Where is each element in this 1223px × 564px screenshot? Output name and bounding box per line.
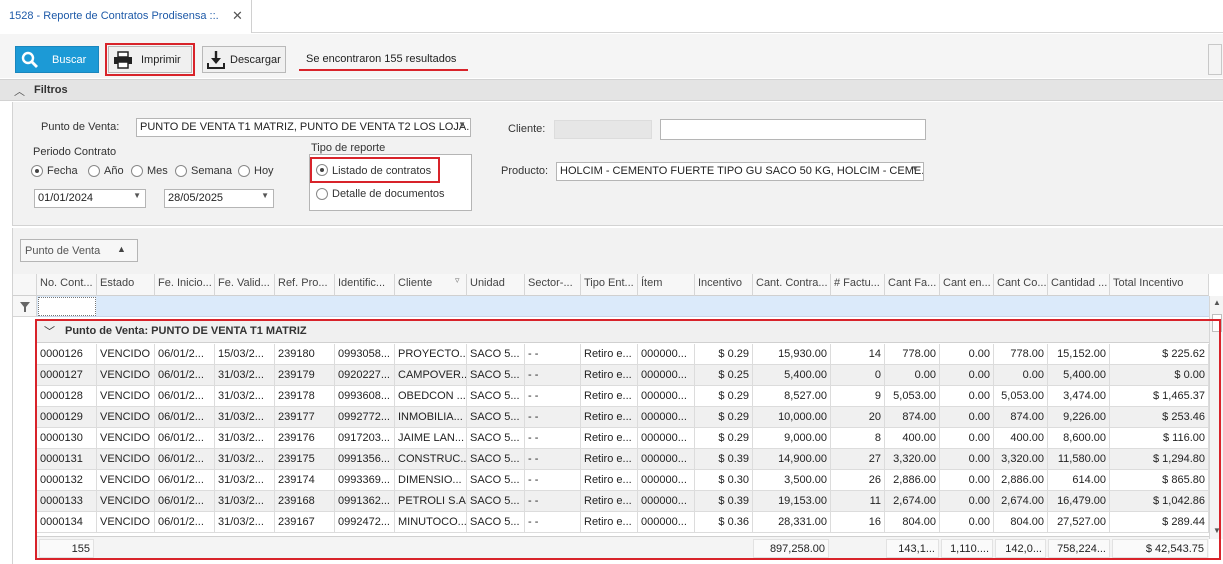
radio-semana-label: Semana (191, 165, 232, 177)
toolbar: Buscar Imprimir Descargar Se encontraron… (0, 34, 1223, 78)
download-icon (207, 51, 225, 69)
radio-mes-label: Mes (147, 165, 168, 177)
results-count: Se encontraron 155 resultados (306, 53, 457, 65)
date-from-value: 01/01/2024 (38, 192, 94, 204)
header-corner (13, 274, 37, 296)
cliente-code-field[interactable] (554, 120, 652, 139)
punto-venta-label: Punto de Venta: (41, 121, 120, 133)
filters-title: Filtros (34, 84, 68, 96)
radio-mes[interactable] (131, 165, 143, 177)
punto-venta-select[interactable]: PUNTO DE VENTA T1 MATRIZ, PUNTO DE VENTA… (136, 118, 471, 137)
filter-input-active[interactable] (38, 297, 96, 316)
producto-select[interactable]: HOLCIM - CEMENTO FUERTE TIPO GU SACO 50 … (556, 162, 924, 181)
download-button-label: Descargar (230, 54, 281, 66)
group-chip-label: Punto de Venta (25, 245, 101, 257)
column-header-total-incentivo[interactable]: Total Incentivo (1110, 274, 1209, 296)
close-tab-icon[interactable]: ✕ (232, 8, 243, 24)
column-header-sector[interactable]: Sector-... (525, 274, 581, 296)
column-header-no-contrato[interactable]: No. Cont... (37, 274, 97, 296)
column-header-cant-co[interactable]: Cant Co... (994, 274, 1048, 296)
radio-semana[interactable] (175, 165, 187, 177)
column-filter-icon[interactable]: ▿ (455, 275, 460, 286)
search-button-label: Buscar (52, 54, 87, 66)
column-header-unidad[interactable]: Unidad (467, 274, 525, 296)
column-header-fecha-validez[interactable]: Fe. Valid... (215, 274, 275, 296)
search-button[interactable]: Buscar (15, 46, 99, 73)
column-header-item[interactable]: Ítem (638, 274, 695, 296)
cliente-field[interactable] (660, 119, 926, 140)
cliente-label: Cliente: (508, 123, 546, 135)
chevron-down-icon: ▼ (911, 164, 919, 173)
column-header-ref-pro[interactable]: Ref. Pro... (275, 274, 335, 296)
radio-fecha[interactable] (31, 165, 43, 177)
radio-detalle[interactable] (316, 188, 328, 200)
column-header-estado[interactable]: Estado (97, 274, 155, 296)
tab-title: 1528 - Reporte de Contratos Prodisensa :… (9, 10, 219, 22)
group-by-bar: Punto de Venta ▲ (12, 228, 1223, 274)
column-header-tipo-entrega[interactable]: Tipo Ent... (581, 274, 638, 296)
column-header-cantidad[interactable]: Cantidad ... (1048, 274, 1110, 296)
radio-anio-label: Año (104, 165, 124, 177)
print-highlight (105, 43, 195, 76)
collapse-icon[interactable]: ︿ (14, 83, 25, 99)
results-highlight (35, 319, 1221, 560)
download-button[interactable]: Descargar (202, 46, 286, 73)
filter-icon (20, 302, 30, 312)
tipo-reporte-label: Tipo de reporte (311, 142, 386, 154)
filter-row-indicator (13, 296, 37, 317)
radio-hoy-label: Hoy (254, 165, 274, 177)
column-header-num-facturas[interactable]: # Factu... (831, 274, 885, 296)
column-header-cant-facturada[interactable]: Cant Fa... (885, 274, 940, 296)
tab-strip: 1528 - Reporte de Contratos Prodisensa :… (0, 0, 1223, 33)
column-header-cant-entregada[interactable]: Cant en... (940, 274, 994, 296)
results-underline (299, 69, 468, 71)
punto-venta-value: PUNTO DE VENTA T1 MATRIZ, PUNTO DE VENTA… (140, 121, 471, 133)
listado-highlight (310, 157, 440, 183)
filters-header[interactable]: ︿ Filtros (0, 79, 1223, 101)
search-icon (21, 51, 38, 68)
tab-reporte-contratos[interactable]: 1528 - Reporte de Contratos Prodisensa :… (0, 0, 252, 33)
chevron-down-icon: ▼ (261, 191, 269, 200)
sort-up-icon: ▲ (117, 244, 126, 254)
toolbar-scrollbar[interactable] (1208, 44, 1222, 75)
chevron-down-icon: ▼ (133, 191, 141, 200)
radio-detalle-label: Detalle de documentos (332, 188, 445, 200)
date-to-value: 28/05/2025 (168, 192, 224, 204)
producto-label: Producto: (501, 165, 549, 177)
filter-row (13, 296, 1223, 317)
chevron-down-icon: ▼ (458, 120, 466, 129)
column-header-incentivo[interactable]: Incentivo (695, 274, 753, 296)
filter-row-cells[interactable] (37, 296, 1209, 317)
radio-fecha-label: Fecha (47, 165, 78, 177)
producto-value: HOLCIM - CEMENTO FUERTE TIPO GU SACO 50 … (560, 165, 924, 177)
column-header-cant-contratada[interactable]: Cant. Contra... (753, 274, 831, 296)
date-from-field[interactable]: 01/01/2024 ▼ (34, 189, 146, 208)
periodo-label: Periodo Contrato (33, 146, 117, 158)
date-to-field[interactable]: 28/05/2025 ▼ (164, 189, 274, 208)
filters-panel: Punto de Venta: PUNTO DE VENTA T1 MATRIZ… (12, 102, 1223, 226)
scroll-up-icon[interactable]: ▲ (1213, 298, 1221, 307)
radio-hoy[interactable] (238, 165, 250, 177)
column-header-fecha-inicio[interactable]: Fe. Inicio... (155, 274, 215, 296)
radio-anio[interactable] (88, 165, 100, 177)
column-header-identificacion[interactable]: Identific... (335, 274, 395, 296)
group-chip-punto-venta[interactable]: Punto de Venta ▲ (20, 239, 138, 262)
